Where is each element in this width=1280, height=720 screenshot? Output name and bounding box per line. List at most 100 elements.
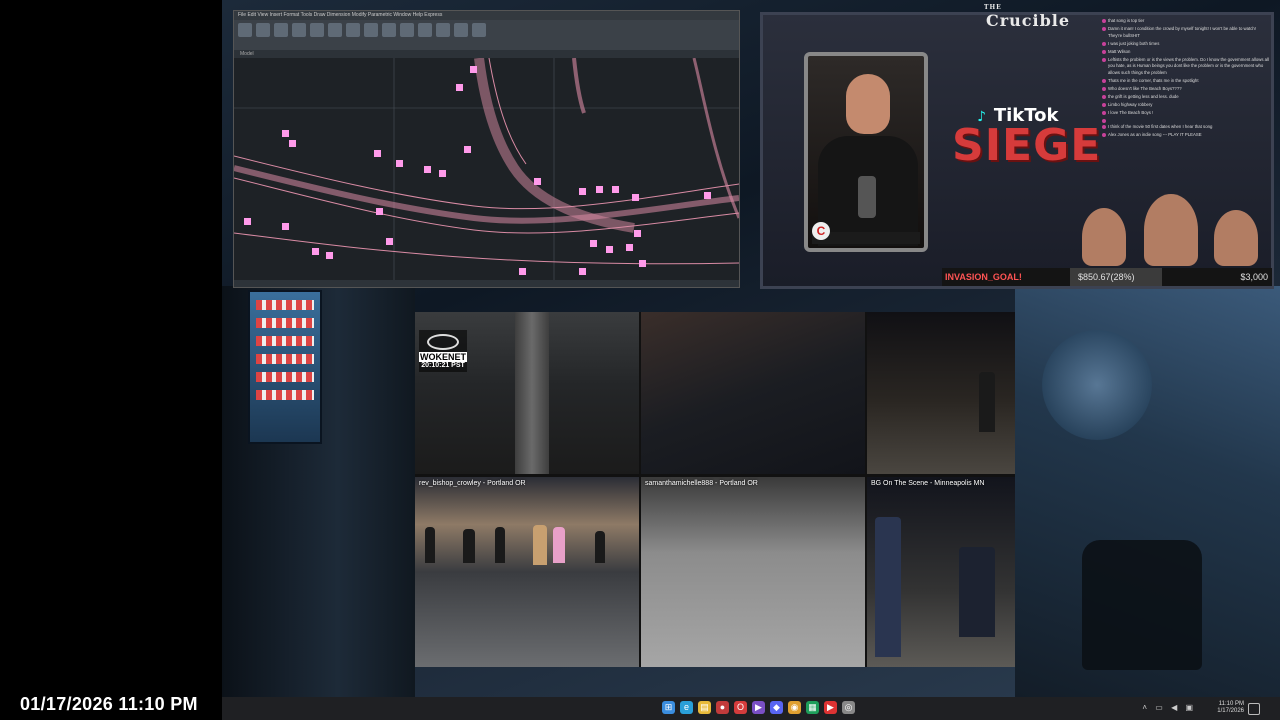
chat-avatar-icon (1102, 125, 1106, 129)
chat-message: I was just joking both times (1102, 41, 1270, 48)
polyline-tool-icon[interactable] (256, 23, 270, 37)
trim-tool-icon[interactable] (364, 23, 378, 37)
taskbar-date: 1/17/2026 (1217, 708, 1244, 714)
extend-tool-icon[interactable] (382, 23, 396, 37)
circle-tool-icon[interactable] (274, 23, 288, 37)
cad-menubar[interactable]: File Edit View Insert Format Tools Draw … (234, 11, 739, 20)
taskbar-chat-icon[interactable]: ◆ (770, 701, 783, 714)
chat-message-text: Alex Jones as an indie song --- PLAY IT … (1108, 132, 1202, 137)
chat-message: Damn it man! I condition the crowd by my… (1102, 26, 1270, 39)
person (875, 517, 901, 657)
wokenet-badge: WOKENET 20:10:21 PST (419, 330, 467, 372)
live-chat[interactable]: that song is top tier Damn it man! I cond… (1102, 18, 1270, 178)
host-faces-art (1078, 186, 1268, 266)
tile-label-samantha: samanthamichelle888 - Portland OR (645, 480, 758, 487)
streamer-face (846, 74, 890, 134)
goal-label: INVASION_GOAL! (945, 272, 1022, 282)
person (495, 527, 505, 563)
taskbar-record-icon[interactable]: ● (716, 701, 729, 714)
video-tile-portland-2[interactable]: samanthamichelle888 - Portland OR (641, 477, 865, 667)
chat-message (1102, 118, 1270, 123)
person-costume (533, 525, 547, 565)
chat-avatar-icon (1102, 110, 1106, 115)
chat-message: the grift is getting less and less. dude (1102, 94, 1270, 101)
crucible-badge-icon: C (812, 222, 830, 240)
move-tool-icon[interactable] (310, 23, 324, 37)
person (425, 527, 435, 563)
text-tool-icon[interactable] (418, 23, 432, 37)
person (959, 547, 995, 637)
block-tool-icon[interactable] (454, 23, 468, 37)
vending-machine (248, 290, 322, 444)
chat-message: Limbo highway robbery (1102, 102, 1270, 109)
taskbar-sheets-icon[interactable]: ▦ (806, 701, 819, 714)
cad-ribbon[interactable] (234, 20, 739, 50)
chat-avatar-icon (1102, 102, 1106, 107)
tile-label-rev-bishop: rev_bishop_crowley - Portland OR (419, 480, 526, 487)
chat-message-text: Damn it man! I condition the crowd by my… (1108, 26, 1256, 38)
left-black-margin (0, 0, 222, 720)
taskbar-player-icon[interactable]: ▶ (824, 701, 837, 714)
properties-tool-icon[interactable] (472, 23, 486, 37)
chat-message-text: Who doesn't like The Beach Boys???? (1108, 85, 1182, 91)
taskbar-apps: ⊞ e ▤ ● O ▶ ◆ ◉ ▦ ▶ ◎ (662, 701, 855, 714)
video-tile-vehicle[interactable] (641, 312, 865, 474)
taskbar-chrome-icon[interactable]: ◉ (788, 701, 801, 714)
chat-avatar-icon (1102, 118, 1106, 123)
taskbar-explorer-icon[interactable]: ▤ (698, 701, 711, 714)
taskbar-edge-icon[interactable]: e (680, 701, 693, 714)
chat-avatar-icon (1102, 49, 1106, 54)
video-tile-wokenet[interactable]: WOKENET 20:10:21 PST (415, 312, 639, 474)
rotate-tool-icon[interactable] (346, 23, 360, 37)
taskbar-opera-icon[interactable]: O (734, 701, 747, 714)
chat-message-text: I think of the movie 50 first dates when… (1108, 124, 1213, 129)
notification-icon[interactable] (1248, 703, 1260, 715)
layer-tool-icon[interactable] (400, 23, 414, 37)
cad-window[interactable]: File Edit View Insert Format Tools Draw … (233, 10, 741, 288)
chat-message-text: Leftists the problem or is the views the… (1108, 56, 1269, 75)
video-tile-minneapolis[interactable]: BG On The Scene - Minneapolis MN (867, 477, 1015, 667)
person (463, 529, 475, 563)
chat-message: I think of the movie 50 first dates when… (1102, 124, 1270, 131)
taskbar-media-icon[interactable]: ▶ (752, 701, 765, 714)
background-chair (1082, 540, 1202, 670)
taskbar-clock[interactable]: 11:10 PM 1/17/2026 (1217, 701, 1244, 715)
wokenet-time: 20:10:21 PST (421, 362, 465, 369)
goal-amount: $850.67(28%) (1078, 272, 1135, 282)
chat-message: Alex Jones as an indie song --- PLAY IT … (1102, 132, 1270, 139)
chat-message: Leftists the problem or is the views the… (1102, 57, 1270, 77)
dimension-tool-icon[interactable] (436, 23, 450, 37)
eye-icon (427, 334, 459, 350)
video-tile-street[interactable] (867, 312, 1015, 474)
cad-drawing-canvas[interactable] (233, 57, 741, 280)
microphone-icon (858, 176, 876, 218)
chat-avatar-icon (1102, 78, 1106, 83)
chat-message: Thats me in the corner, thats me in the … (1102, 78, 1270, 85)
system-tray-icons[interactable]: ˄ ▭ ◀ ▣ (1142, 703, 1196, 712)
crucible-logo: THE Crucible (978, 4, 1078, 30)
donation-goal-bar: INVASION_GOAL! $850.67(28%) $3,000 (942, 268, 1272, 286)
tile-label-bg-on-the-scene: BG On The Scene - Minneapolis MN (871, 480, 985, 487)
chat-message: Matt Wilson (1102, 49, 1270, 56)
chat-message-text: I was just joking both times (1108, 40, 1160, 46)
cad-layout-tab[interactable]: Model (234, 50, 739, 58)
video-tile-portland-1[interactable]: rev_bishop_crowley - Portland OR (415, 477, 639, 667)
person (595, 531, 605, 563)
chat-message-text: Thats me in the corner, thats me in the … (1108, 77, 1199, 83)
line-tool-icon[interactable] (238, 23, 252, 37)
video-grid: WOKENET 20:10:21 PST rev_bishop_crowley … (415, 312, 1015, 667)
pedestrian (979, 372, 995, 432)
chat-message: Who doesn't like The Beach Boys???? (1102, 86, 1270, 93)
taskbar-camera-icon[interactable]: ◎ (842, 701, 855, 714)
copy-tool-icon[interactable] (328, 23, 342, 37)
chat-message-text: Limbo highway robbery (1108, 101, 1153, 107)
person-costume (553, 527, 565, 563)
chat-avatar-icon (1102, 41, 1106, 46)
arc-tool-icon[interactable] (292, 23, 306, 37)
tiktok-siege-logo: ♪ TikTok SIEGE (952, 105, 1100, 168)
chat-message-text: the grift is getting less and less. dude (1108, 93, 1179, 99)
chat-avatar-icon (1102, 57, 1106, 62)
chat-message-text: that song is top tier (1108, 18, 1145, 23)
taskbar-start-icon[interactable]: ⊞ (662, 701, 675, 714)
cad-status-bar[interactable] (234, 280, 739, 287)
